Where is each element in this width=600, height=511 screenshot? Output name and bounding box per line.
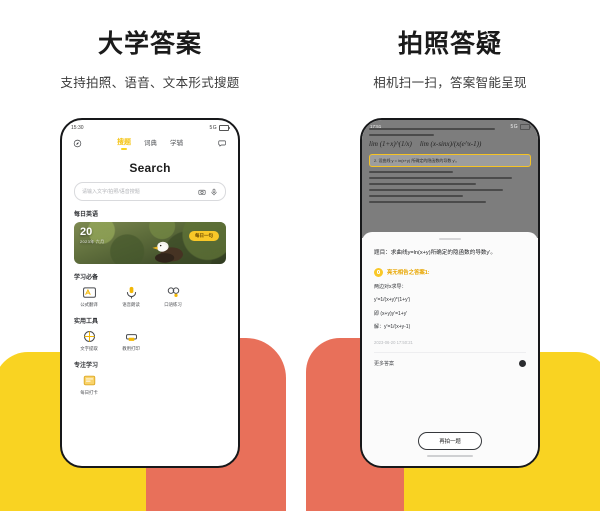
- grid-item[interactable]: 语音朗读: [118, 285, 144, 308]
- search-bar[interactable]: 请输入文字/拍照/语音搜题: [74, 182, 226, 201]
- grid-item[interactable]: 口语练习: [160, 285, 186, 308]
- grid-item-label: 文字提取: [80, 345, 98, 351]
- retake-area: 再拍一题: [362, 430, 538, 457]
- doc-line: [369, 134, 434, 136]
- answer-step: 两边对x求导：: [374, 283, 407, 290]
- tab-tutoring[interactable]: 学辅: [170, 137, 183, 150]
- daily-sentence-button[interactable]: 每日一句: [189, 231, 219, 242]
- document-content: lim (1+x)^(1/x) lim (x-sinx)/(x(e^x-1)) …: [369, 128, 531, 207]
- formula-row: lim (1+x)^(1/x) lim (x-sinx)/(x(e^x-1)): [369, 140, 531, 148]
- doc-line: [369, 177, 512, 179]
- search-input[interactable]: 请输入文字/拍照/语音搜题: [82, 188, 194, 195]
- microphone-icon[interactable]: [210, 188, 218, 196]
- panel-subheadline: 支持拍照、语音、文本形式搜题: [60, 76, 240, 90]
- grid-item[interactable]: 教用打印: [118, 329, 144, 352]
- status-time: 15:30: [71, 124, 84, 131]
- printer-icon: [125, 333, 137, 341]
- daily-english-card[interactable]: 20 2023年 六月 每日一句: [74, 222, 226, 264]
- daily-day-number: 20: [80, 226, 93, 238]
- scanned-document[interactable]: 17:51 5G lim (1+x)^(1/x) lim (x-sinx)/(x…: [362, 120, 538, 238]
- icon-grid: 每日打卡: [74, 373, 226, 396]
- formula-right: lim (x-sinx)/(x(e^x-1)): [419, 140, 482, 148]
- section-title: 每日英语: [74, 212, 99, 218]
- answer-timestamp: 2023-06-20 17:50:21: [374, 339, 413, 345]
- panel-photo-answer: 拍照答疑 相机扫一扫，答案智能呈现 17:51 5G lim (1+x)^(1/…: [300, 0, 600, 511]
- phone-mockup-search: 15:30 5G 搜题 词典 学辅 Search 请输入文字/拍照/语音搜题 每…: [60, 118, 240, 468]
- answer-step: 解：y'=1/(x+y-1): [374, 324, 411, 330]
- daily-date-label: 2023年 六月: [80, 239, 105, 244]
- retake-button[interactable]: 再拍一题: [418, 432, 482, 450]
- status-indicators: 5G: [209, 124, 230, 131]
- panel-subheadline: 相机扫一扫，答案智能呈现: [373, 76, 527, 90]
- doc-line: [369, 189, 504, 191]
- status-signal: 5G: [209, 124, 217, 131]
- more-answers-label: 更多答案: [374, 360, 395, 367]
- grid-item[interactable]: 每日打卡: [76, 373, 102, 396]
- answer-badge-icon: [374, 267, 383, 277]
- icon-grid: 文字提取 教用打印: [74, 329, 226, 352]
- nav-tab-list: 搜题 词典 学辅: [117, 137, 183, 150]
- answer-sheet: 题目：求曲线y=ln(x+y)所确定的隐函数的导数y'。 亮无相告之答案1: 两…: [362, 232, 538, 466]
- more-answers-row[interactable]: 更多答案: [374, 351, 526, 367]
- grid-item-label: 口语练习: [164, 302, 182, 307]
- formula-left: lim (1+x)^(1/x): [369, 140, 412, 148]
- translate-icon: [82, 287, 96, 298]
- section-tools: 实用工具 文字提取 教用打印: [74, 316, 226, 352]
- doc-line: [369, 171, 454, 173]
- answer-title: 亮无相告之答案1:: [387, 270, 430, 276]
- message-icon[interactable]: [218, 139, 227, 148]
- microphone-icon: [126, 286, 136, 299]
- doc-line: [369, 195, 463, 197]
- doc-line: [369, 128, 496, 130]
- answer-step: 即 (x+y)y'=1+y': [374, 310, 408, 317]
- tab-dictionary[interactable]: 词典: [144, 137, 157, 150]
- icon-grid: 公式翻译 语音朗读 口语练习: [74, 285, 226, 308]
- section-title: 专注学习: [74, 362, 99, 369]
- search-heading: Search: [129, 161, 171, 175]
- phone-mockup-answer: 17:51 5G lim (1+x)^(1/x) lim (x-sinx)/(x…: [360, 118, 540, 468]
- grid-item-label: 每日打卡: [80, 389, 98, 395]
- answer-header: 亮无相告之答案1:: [374, 267, 526, 277]
- speech-icon: [167, 287, 179, 297]
- section-title: 学习必备: [74, 275, 99, 281]
- grid-item[interactable]: 文字提取: [76, 329, 102, 352]
- sheet-handle[interactable]: [439, 238, 461, 240]
- text-extract-icon: [83, 330, 95, 342]
- status-bar: 15:30 5G: [62, 120, 238, 133]
- grid-item-label: 教用打印: [122, 345, 140, 351]
- panel-headline: 拍照答疑: [397, 30, 502, 58]
- panel-headline: 大学答案: [97, 30, 202, 58]
- section-title: 实用工具: [74, 318, 99, 325]
- answer-step: y'=1/(x+y)*(1+y'): [374, 297, 411, 303]
- grid-item[interactable]: 公式翻译: [76, 285, 102, 308]
- question-text: 题目：求曲线y=ln(x+y)所确定的隐函数的导数y'。: [374, 250, 496, 256]
- home-indicator: [427, 455, 473, 457]
- grid-item-label: 公式翻译: [80, 302, 98, 307]
- promo-screenshot: 大学答案 支持拍照、语音、文本形式搜题 15:30 5G 搜题 词典 学辅 Se…: [0, 0, 600, 511]
- top-navigation: 搜题 词典 学辅: [62, 133, 238, 152]
- grid-item-label: 语音朗读: [122, 302, 140, 307]
- eagle-illustration: [152, 241, 183, 263]
- doc-line: [369, 183, 476, 185]
- more-answers-icon[interactable]: [519, 359, 526, 367]
- highlighted-question[interactable]: 2. 设曲线 y = ln(x+y) 所确定的隐函数的导数 y'。: [369, 154, 531, 167]
- doc-line: [369, 201, 486, 203]
- battery-icon: [219, 124, 230, 131]
- section-daily-english: 每日英语 20 2023年 六月 每日一句: [74, 209, 226, 264]
- panel-search: 大学答案 支持拍照、语音、文本形式搜题 15:30 5G 搜题 词典 学辅 Se…: [0, 0, 300, 511]
- tab-search[interactable]: 搜题: [117, 137, 131, 150]
- compass-icon[interactable]: [73, 139, 82, 148]
- calendar-icon: [83, 375, 95, 385]
- section-focus: 专注学习 每日打卡: [74, 360, 226, 396]
- camera-icon[interactable]: [198, 188, 206, 196]
- section-study-essentials: 学习必备 公式翻译 语音朗读 口语练习: [74, 272, 226, 308]
